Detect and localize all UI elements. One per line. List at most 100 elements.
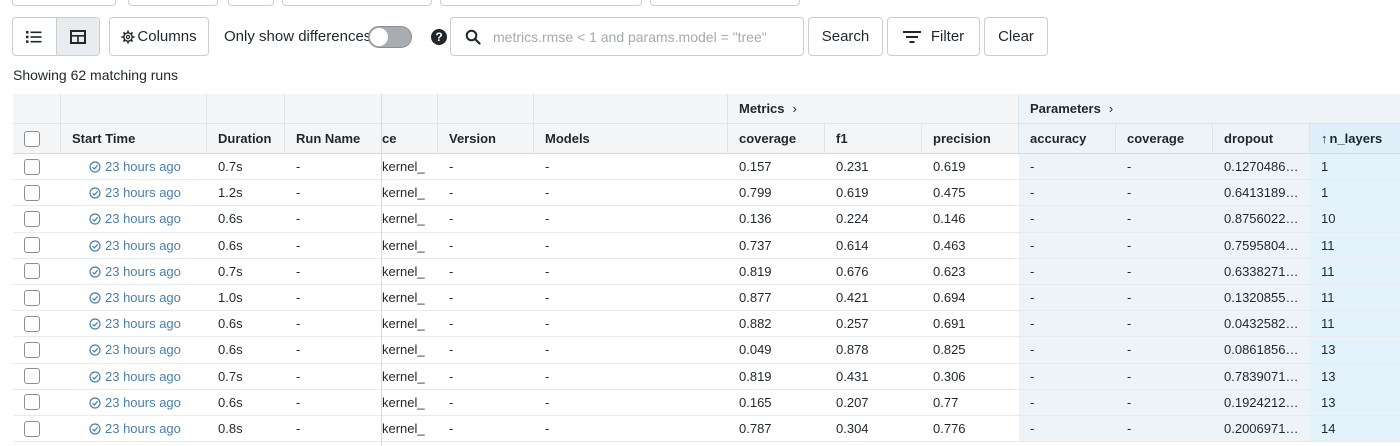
table-row[interactable]: 23 hours ago 0.6s - kernel_ - -0.882 0.257 0.69… xyxy=(13,311,1400,338)
row-checkbox[interactable] xyxy=(24,394,40,411)
run-link[interactable]: 23 hours ago xyxy=(89,395,181,410)
row-select-cell xyxy=(13,154,61,179)
col-models[interactable]: Models xyxy=(534,124,728,153)
row-select-cell xyxy=(13,311,61,336)
col-metric-f1[interactable]: f1 xyxy=(825,124,922,153)
col-version[interactable]: Version xyxy=(438,124,534,153)
run-link[interactable]: 23 hours ago xyxy=(89,185,181,200)
check-circle-icon xyxy=(89,240,101,252)
metrics-group-header[interactable]: Metrics › xyxy=(728,94,1019,123)
col-duration[interactable]: Duration xyxy=(207,124,285,153)
table-row[interactable]: 23 hours ago 1.0s - kernel_ - -0.877 0.421 0.69… xyxy=(13,285,1400,312)
search-input[interactable] xyxy=(491,26,791,48)
run-link[interactable]: 23 hours ago xyxy=(89,264,181,279)
row-checkbox[interactable] xyxy=(24,210,40,227)
row-checkbox[interactable] xyxy=(24,263,40,280)
col-source[interactable]: ce xyxy=(382,124,438,153)
metric-f1-cell: 0.421 xyxy=(836,290,869,306)
run-link[interactable]: 23 hours ago xyxy=(89,369,181,384)
table-row[interactable]: 23 hours ago 0.6s - kernel_ - -0.737 0.614 0.46… xyxy=(13,232,1400,259)
clear-button[interactable]: Clear xyxy=(984,17,1048,56)
run-link[interactable]: 23 hours ago xyxy=(89,316,181,331)
col-start-time[interactable]: Start Time xyxy=(61,124,207,153)
row-checkbox[interactable] xyxy=(24,237,40,254)
version-cell: - xyxy=(449,316,454,332)
param-coverage-cell: - xyxy=(1116,337,1213,363)
table-row[interactable]: 23 hours ago 0.7s - kernel_ - -0.157 0.231 0.61… xyxy=(13,154,1400,181)
models-cell: - xyxy=(545,211,550,227)
help-icon[interactable]: ? xyxy=(431,29,447,45)
select-all-checkbox[interactable] xyxy=(24,130,40,147)
start-time-cell[interactable]: 23 hours ago xyxy=(61,390,207,415)
column-header-row: Start Time Duration Run Name ce Version … xyxy=(13,124,1400,154)
start-time-cell[interactable]: 23 hours ago xyxy=(61,311,207,336)
chevron-right-icon: › xyxy=(792,101,797,116)
col-param-n-layers[interactable]: ↑ n_layers xyxy=(1310,124,1400,153)
row-checkbox[interactable] xyxy=(24,341,40,358)
col-param-coverage[interactable]: coverage xyxy=(1116,124,1213,153)
search-box[interactable] xyxy=(450,17,804,56)
table-row[interactable]: 23 hours ago 0.7s - kernel_ - -0.819 0.431 0.30… xyxy=(13,363,1400,390)
row-checkbox[interactable] xyxy=(24,368,40,385)
clipped-toolbar-button-2[interactable] xyxy=(128,0,218,6)
row-checkbox[interactable] xyxy=(24,158,40,175)
col-param-dropout[interactable]: dropout xyxy=(1213,124,1310,153)
filter-button[interactable]: Filter xyxy=(887,17,980,56)
row-select-cell xyxy=(13,206,61,231)
source-cell: kernel_ xyxy=(382,237,425,253)
table-view-button[interactable] xyxy=(55,18,99,55)
param-n-layers-cell: 1 xyxy=(1310,180,1400,206)
start-time-cell[interactable]: 23 hours ago xyxy=(61,180,207,205)
table-row[interactable]: 23 hours ago 0.8s - kernel_ - -0.787 0.304 0.77… xyxy=(13,416,1400,443)
run-link[interactable]: 23 hours ago xyxy=(89,421,181,436)
row-checkbox[interactable] xyxy=(24,184,40,201)
run-link[interactable]: 23 hours ago xyxy=(89,238,181,253)
run-link[interactable]: 23 hours ago xyxy=(89,211,181,226)
metric-coverage-cell: 0.819 xyxy=(739,368,772,384)
start-time-cell[interactable]: 23 hours ago xyxy=(61,233,207,258)
col-metric-coverage[interactable]: coverage xyxy=(728,124,825,153)
start-time-cell[interactable]: 23 hours ago xyxy=(61,337,207,362)
start-time-cell[interactable]: 23 hours ago xyxy=(61,364,207,389)
diff-toggle-switch[interactable] xyxy=(368,26,412,48)
clipped-toolbar-button-1[interactable] xyxy=(12,0,116,6)
col-version-label: Version xyxy=(449,131,496,146)
row-checkbox[interactable] xyxy=(24,315,40,332)
table-row[interactable]: 23 hours ago 1.2s - kernel_ - -0.799 0.619 0.47… xyxy=(13,180,1400,207)
duration-cell: 0.6s xyxy=(218,237,243,253)
table-row[interactable]: 23 hours ago 0.7s - kernel_ - -0.819 0.676 0.62… xyxy=(13,258,1400,285)
list-view-button[interactable] xyxy=(13,18,56,55)
search-button[interactable]: Search xyxy=(808,17,883,56)
start-time-cell[interactable]: 23 hours ago xyxy=(61,259,207,284)
metric-f1-cell: 0.231 xyxy=(836,159,869,175)
run-link[interactable]: 23 hours ago xyxy=(89,159,181,174)
clipped-toolbar-button-3[interactable] xyxy=(228,0,274,6)
table-row[interactable]: 23 hours ago 0.6s - kernel_ - -0.049 0.878 0.82… xyxy=(13,337,1400,364)
start-time-cell[interactable]: 23 hours ago xyxy=(61,206,207,231)
table-row[interactable]: 23 hours ago 0.6s - kernel_ - -0.136 0.224 0.14… xyxy=(13,206,1400,233)
table-row[interactable]: 23 hours ago 0.6s - kernel_ - -0.165 0.207 0.77… xyxy=(13,389,1400,416)
pinned-columns-divider xyxy=(381,94,382,446)
clipped-toolbar-button-6[interactable] xyxy=(650,0,800,6)
parameters-group-header[interactable]: Parameters › xyxy=(1019,94,1400,123)
start-time-cell[interactable]: 23 hours ago xyxy=(61,416,207,441)
param-coverage-cell: - xyxy=(1116,311,1213,337)
source-cell: kernel_ xyxy=(382,394,425,410)
run-link[interactable]: 23 hours ago xyxy=(89,342,181,357)
models-cell: - xyxy=(545,342,550,358)
start-time-cell[interactable]: 23 hours ago xyxy=(61,154,207,179)
clipped-toolbar-button-4[interactable] xyxy=(282,0,432,6)
col-run-name[interactable]: Run Name xyxy=(285,124,382,153)
col-metric-precision[interactable]: precision xyxy=(922,124,1019,153)
row-checkbox[interactable] xyxy=(24,289,40,306)
run-link[interactable]: 23 hours ago xyxy=(89,290,181,305)
columns-button[interactable]: Columns xyxy=(109,17,209,56)
view-mode-toggle[interactable] xyxy=(12,17,100,56)
col-param-accuracy[interactable]: accuracy xyxy=(1019,124,1116,153)
param-accuracy-cell: - xyxy=(1019,389,1116,415)
param-n-layers-cell: 11 xyxy=(1310,285,1400,311)
start-time-cell[interactable]: 23 hours ago xyxy=(61,285,207,310)
row-checkbox[interactable] xyxy=(24,420,40,437)
check-circle-icon xyxy=(89,161,101,173)
clipped-toolbar-button-5[interactable] xyxy=(440,0,642,6)
